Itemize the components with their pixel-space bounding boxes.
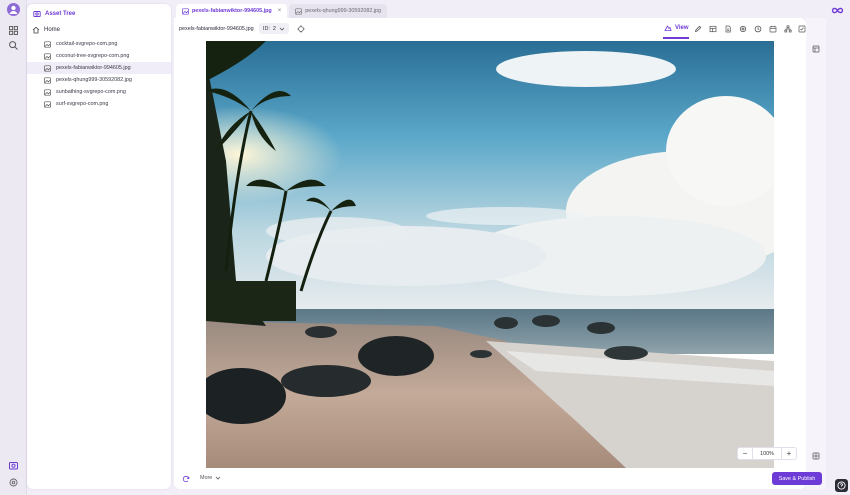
file-item[interactable]: cocktail-svgrepo-com.png (27, 38, 171, 50)
asset-tree-title: Asset Tree (45, 11, 76, 17)
file-list: cocktail-svgrepo-com.png coconut-tree-sv… (27, 38, 171, 110)
editor-tabs: pexels-fabianwiktor-994605.jpg × pexels-… (176, 4, 388, 18)
view-icon (664, 24, 672, 32)
image-file-icon (44, 64, 51, 72)
file-name: cocktail-svgrepo-com.png (56, 41, 118, 47)
current-filename: pexels-fabianwiktor-994605.jpg (179, 26, 254, 32)
view-tab-indicator (663, 37, 689, 39)
file-name: pexels-qhung999-30592082.jpg (56, 77, 132, 83)
tree-home[interactable]: Home (32, 26, 60, 34)
right-sidebar (806, 18, 826, 489)
close-icon[interactable]: × (278, 8, 282, 14)
left-rail (0, 0, 27, 495)
image-file-icon (44, 52, 51, 60)
table-icon[interactable] (709, 25, 717, 33)
asset-tree-panel: Asset Tree Home cocktail-svgrepo-com.png… (27, 4, 171, 489)
file-item[interactable]: surf-svgrepo-com.png (27, 98, 171, 110)
chevron-down-icon (215, 475, 221, 481)
home-icon (32, 26, 40, 34)
image-file-icon (295, 7, 303, 15)
image-file-icon (44, 100, 51, 108)
settings-icon[interactable] (8, 477, 19, 488)
file-name: pexels-fabianwiktor-994605.jpg (56, 65, 131, 71)
chevron-down-icon (279, 26, 285, 32)
image-file-icon (44, 40, 51, 48)
save-publish-button[interactable]: Save & Publish (772, 472, 822, 485)
image-file-icon (44, 76, 51, 84)
id-label: ID: (263, 25, 270, 32)
zoom-control: − 100% + (737, 447, 797, 460)
help-icon[interactable] (835, 479, 848, 492)
calendar-icon[interactable] (769, 25, 777, 33)
search-icon[interactable] (8, 40, 19, 51)
more-label: More (200, 475, 213, 481)
asset-tree-icon[interactable] (8, 460, 19, 471)
history-icon[interactable] (754, 25, 762, 33)
image-preview (206, 41, 774, 468)
file-item[interactable]: coconut-tree-svgrepo-com.png (27, 50, 171, 62)
asset-tree-header: Asset Tree (33, 10, 75, 18)
brand-logo-icon[interactable] (831, 6, 844, 15)
file-item-active[interactable]: pexels-fabianwiktor-994605.jpg (27, 62, 171, 74)
hierarchy-icon[interactable] (784, 25, 792, 33)
settings-icon[interactable] (739, 25, 747, 33)
checklist-icon[interactable] (798, 25, 806, 33)
editor-footer: More (174, 469, 806, 489)
view-label: View (675, 25, 689, 31)
asset-tree-icon (33, 10, 41, 18)
document-icon[interactable] (724, 25, 732, 33)
file-item[interactable]: pexels-qhung999-30592082.jpg (27, 74, 171, 86)
tab-inactive[interactable]: pexels-qhung999-30592082.jpg (289, 4, 388, 18)
file-name: sunbathing-svgrepo-com.png (56, 89, 126, 95)
image-file-icon (182, 7, 189, 15)
dashboard-icon[interactable] (8, 25, 19, 36)
edit-icon[interactable] (694, 25, 702, 33)
file-name: surf-svgrepo-com.png (56, 101, 109, 107)
tab-active[interactable]: pexels-fabianwiktor-994605.jpg × (176, 4, 288, 18)
file-item[interactable]: sunbathing-svgrepo-com.png (27, 86, 171, 98)
editor-panel: pexels-fabianwiktor-994605.jpg ID: 2 Vie… (174, 18, 806, 489)
view-tab[interactable]: View (664, 24, 689, 32)
editor-toolbar: pexels-fabianwiktor-994605.jpg ID: 2 Vie… (174, 18, 806, 41)
file-name: coconut-tree-svgrepo-com.png (56, 53, 130, 59)
id-value: 2 (272, 25, 276, 32)
zoom-out-button[interactable]: − (738, 448, 752, 459)
avatar[interactable] (7, 3, 20, 16)
grid-icon[interactable] (812, 452, 820, 460)
tab-label: pexels-fabianwiktor-994605.jpg (192, 8, 272, 14)
locate-icon[interactable] (297, 25, 305, 33)
zoom-level: 100% (752, 448, 782, 459)
id-select[interactable]: ID: 2 (259, 23, 289, 34)
zoom-in-button[interactable]: + (782, 448, 796, 459)
image-file-icon (44, 88, 51, 96)
refresh-icon[interactable] (182, 475, 190, 483)
layout-icon[interactable] (812, 45, 820, 53)
tab-label: pexels-qhung999-30592082.jpg (305, 8, 382, 14)
more-menu[interactable]: More (200, 475, 221, 481)
home-label: Home (44, 27, 61, 33)
